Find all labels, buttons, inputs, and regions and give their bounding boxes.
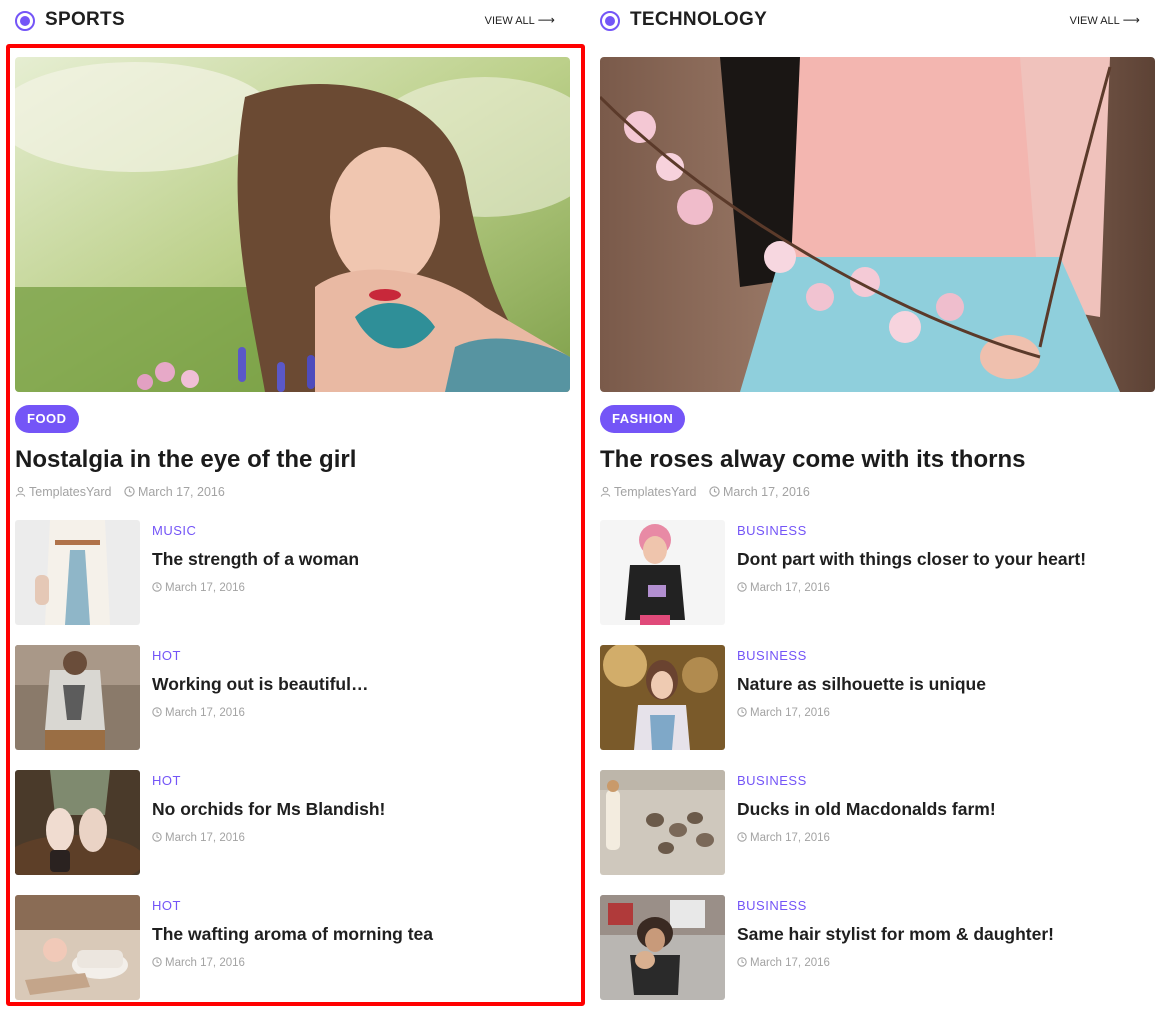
technology-section: TECHNOLOGY VIEW ALL ⟶ FASHION The roses … (600, 0, 1155, 1000)
radio-dot-icon (15, 11, 35, 31)
clock-icon (152, 582, 162, 592)
list-item: HOT Working out is beautiful… March 17, … (15, 645, 570, 750)
sports-section: SPORTS VIEW ALL ⟶ FOOD Nostalgia in the … (15, 0, 570, 1000)
post-category[interactable]: HOT (152, 773, 181, 788)
featured-meta: TemplatesYard March 17, 2016 (15, 485, 234, 499)
post-category[interactable]: HOT (152, 898, 181, 913)
post-thumbnail[interactable] (15, 520, 140, 625)
post-date: March 17, 2016 (165, 832, 245, 844)
post-date-meta: March 17, 2016 (737, 582, 830, 594)
post-date-meta: March 17, 2016 (152, 582, 245, 594)
post-category[interactable]: BUSINESS (737, 648, 807, 663)
post-date-meta: March 17, 2016 (152, 707, 245, 719)
clock-icon (737, 832, 747, 842)
view-all-label: VIEW ALL (484, 15, 535, 27)
arrow-right-icon: ⟶ (1122, 13, 1140, 27)
view-all-link[interactable]: VIEW ALL ⟶ (485, 13, 555, 27)
post-category[interactable]: BUSINESS (737, 773, 807, 788)
category-badge[interactable]: FASHION (600, 405, 686, 433)
arrow-right-icon: ⟶ (537, 13, 555, 27)
category-badge[interactable]: FOOD (15, 405, 79, 433)
post-title[interactable]: The strength of a woman (152, 549, 359, 570)
clock-icon (737, 707, 747, 717)
date-meta: March 17, 2016 (709, 485, 810, 499)
post-thumbnail[interactable] (15, 895, 140, 1000)
post-date-meta: March 17, 2016 (737, 957, 830, 969)
section-header: TECHNOLOGY VIEW ALL ⟶ (600, 0, 1155, 42)
author-name[interactable]: TemplatesYard (29, 485, 111, 499)
post-date: March 17, 2016 (722, 485, 810, 499)
view-all-label: VIEW ALL (1069, 15, 1120, 27)
post-category[interactable]: HOT (152, 648, 181, 663)
featured-image[interactable] (15, 57, 570, 392)
post-thumbnail[interactable] (600, 645, 725, 750)
list-item: BUSINESS Dont part with things closer to… (600, 520, 1155, 625)
post-thumbnail[interactable] (15, 770, 140, 875)
post-title[interactable]: Same hair stylist for mom & daughter! (737, 924, 1054, 945)
post-title[interactable]: Nature as silhouette is unique (737, 674, 986, 695)
post-date-meta: March 17, 2016 (152, 957, 245, 969)
user-icon (600, 486, 611, 497)
user-icon (15, 486, 26, 497)
post-title[interactable]: The wafting aroma of morning tea (152, 924, 433, 945)
date-meta: March 17, 2016 (124, 485, 225, 499)
post-title[interactable]: Working out is beautiful… (152, 674, 368, 695)
list-item: BUSINESS Nature as silhouette is unique … (600, 645, 1155, 750)
post-thumbnail[interactable] (600, 520, 725, 625)
post-category[interactable]: BUSINESS (737, 523, 807, 538)
post-category[interactable]: MUSIC (152, 523, 196, 538)
clock-icon (152, 957, 162, 967)
clock-icon (124, 486, 135, 497)
post-date: March 17, 2016 (137, 485, 225, 499)
list-item: HOT No orchids for Ms Blandish! March 17… (15, 770, 570, 875)
clock-icon (152, 832, 162, 842)
list-item: MUSIC The strength of a woman March 17, … (15, 520, 570, 625)
post-date-meta: March 17, 2016 (152, 832, 245, 844)
post-date: March 17, 2016 (165, 707, 245, 719)
featured-image[interactable] (600, 57, 1155, 392)
section-title: SPORTS (45, 9, 125, 30)
post-thumbnail[interactable] (600, 770, 725, 875)
list-item: BUSINESS Same hair stylist for mom & dau… (600, 895, 1155, 1000)
post-title[interactable]: No orchids for Ms Blandish! (152, 799, 385, 820)
post-thumbnail[interactable] (15, 645, 140, 750)
clock-icon (737, 957, 747, 967)
list-item: BUSINESS Ducks in old Macdonalds farm! M… (600, 770, 1155, 875)
post-date: March 17, 2016 (750, 707, 830, 719)
author-name[interactable]: TemplatesYard (614, 485, 696, 499)
featured-title[interactable]: The roses alway come with its thorns (600, 446, 1025, 474)
list-item: HOT The wafting aroma of morning tea Mar… (15, 895, 570, 1000)
post-thumbnail[interactable] (600, 895, 725, 1000)
featured-title[interactable]: Nostalgia in the eye of the girl (15, 446, 356, 474)
section-header: SPORTS VIEW ALL ⟶ (15, 0, 570, 42)
radio-dot-icon (600, 11, 620, 31)
post-date: March 17, 2016 (165, 957, 245, 969)
clock-icon (737, 582, 747, 592)
view-all-link[interactable]: VIEW ALL ⟶ (1070, 13, 1140, 27)
post-date: March 17, 2016 (750, 957, 830, 969)
featured-meta: TemplatesYard March 17, 2016 (600, 485, 819, 499)
post-date-meta: March 17, 2016 (737, 707, 830, 719)
section-title: TECHNOLOGY (630, 9, 768, 30)
post-date-meta: March 17, 2016 (737, 832, 830, 844)
author-meta: TemplatesYard (600, 485, 696, 499)
author-meta: TemplatesYard (15, 485, 111, 499)
post-title[interactable]: Dont part with things closer to your hea… (737, 549, 1086, 570)
clock-icon (152, 707, 162, 717)
clock-icon (709, 486, 720, 497)
post-date: March 17, 2016 (750, 832, 830, 844)
post-title[interactable]: Ducks in old Macdonalds farm! (737, 799, 996, 820)
post-date: March 17, 2016 (750, 582, 830, 594)
post-date: March 17, 2016 (165, 582, 245, 594)
post-category[interactable]: BUSINESS (737, 898, 807, 913)
